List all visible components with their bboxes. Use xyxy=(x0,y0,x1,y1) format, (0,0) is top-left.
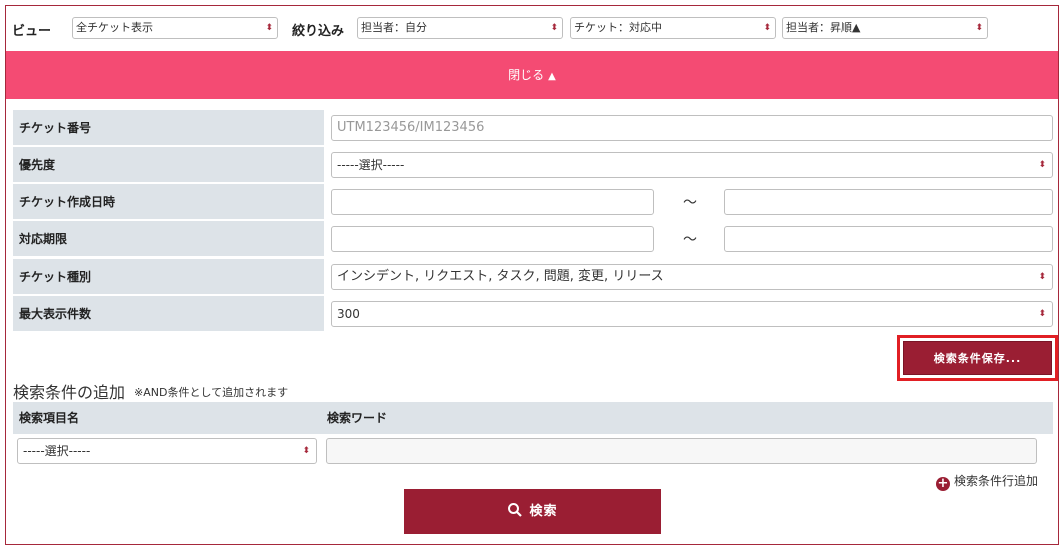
sort-select-value: 担当者：昇順▲ xyxy=(786,21,861,34)
type-label: チケット種別 xyxy=(13,259,324,295)
created-to-input[interactable] xyxy=(724,189,1053,215)
range-tilde: ～ xyxy=(683,232,697,248)
view-select[interactable]: 全チケット表示 ⬍ xyxy=(72,17,278,39)
due-from-input[interactable] xyxy=(331,226,654,252)
filter-label: 絞り込み xyxy=(292,24,345,39)
form-row-type: チケット種別 インシデント, リクエスト, タスク, 問題, 変更, リリース … xyxy=(13,259,1053,295)
type-select-value: インシデント, リクエスト, タスク, 問題, 変更, リリース xyxy=(337,269,664,284)
search-button[interactable]: 検索 xyxy=(404,489,661,534)
collapse-label: 閉じる xyxy=(508,68,545,82)
due-to-input[interactable] xyxy=(724,226,1053,252)
search-icon xyxy=(508,503,523,517)
sort-select[interactable]: 担当者：昇順▲ ⬍ xyxy=(782,17,988,39)
condition-item-value: -----選択----- xyxy=(23,444,91,458)
priority-label: 優先度 xyxy=(13,147,324,183)
ticket-filter-select[interactable]: チケット：対応中 ⬍ xyxy=(570,17,776,39)
select-arrow-icon: ⬍ xyxy=(975,23,983,33)
collapse-toggle-bar[interactable]: 閉じる ▲ xyxy=(6,51,1058,99)
add-condition-row-link[interactable]: + 検索条件行追加 xyxy=(936,472,1038,491)
priority-select-value: -----選択----- xyxy=(337,158,405,172)
form-row-created: チケット作成日時 ～ xyxy=(13,184,1053,220)
add-condition-note: ※AND条件として追加されます xyxy=(134,386,289,399)
select-arrow-icon: ⬍ xyxy=(1038,272,1046,282)
search-button-label: 検索 xyxy=(529,504,558,519)
form-row-due: 対応期限 ～ xyxy=(13,221,1053,257)
type-select[interactable]: インシデント, リクエスト, タスク, 問題, 変更, リリース ⬍ xyxy=(331,264,1053,290)
filter-toolbar: ビュー 全チケット表示 ⬍ 絞り込み 担当者：自分 ⬍ チケット：対応中 ⬍ 担… xyxy=(6,6,1058,51)
search-panel: ビュー 全チケット表示 ⬍ 絞り込み 担当者：自分 ⬍ チケット：対応中 ⬍ 担… xyxy=(5,5,1059,545)
save-search-button[interactable]: 検索条件保存... xyxy=(903,341,1052,375)
triangle-up-icon: ▲ xyxy=(548,71,556,82)
column-search-word: 検索ワード xyxy=(327,411,388,425)
assignee-filter-value: 担当者：自分 xyxy=(361,21,427,34)
condition-word-input[interactable] xyxy=(326,438,1037,464)
select-arrow-icon: ⬍ xyxy=(1038,309,1046,319)
form-row-ticket-no: チケット番号 UTM123456/IM123456 xyxy=(13,110,1053,146)
ticket-no-label: チケット番号 xyxy=(13,110,324,146)
add-condition-header: 検索項目名 検索ワード xyxy=(13,402,1053,434)
add-condition-title: 検索条件の追加 xyxy=(13,383,126,402)
select-arrow-icon: ⬍ xyxy=(265,23,273,33)
created-label: チケット作成日時 xyxy=(13,184,324,220)
max-select[interactable]: 300 ⬍ xyxy=(331,301,1053,327)
due-label: 対応期限 xyxy=(13,221,324,257)
view-select-value: 全チケット表示 xyxy=(76,21,153,34)
condition-item-select[interactable]: -----選択----- ⬍ xyxy=(17,438,317,464)
assignee-filter-select[interactable]: 担当者：自分 ⬍ xyxy=(357,17,563,39)
select-arrow-icon: ⬍ xyxy=(302,446,310,456)
add-condition-row-label: 検索条件行追加 xyxy=(954,474,1039,488)
ticket-no-input[interactable]: UTM123456/IM123456 xyxy=(331,115,1053,141)
form-row-max: 最大表示件数 300 ⬍ xyxy=(13,296,1053,332)
select-arrow-icon: ⬍ xyxy=(763,23,771,33)
form-row-priority: 優先度 -----選択----- ⬍ xyxy=(13,147,1053,183)
view-label: ビュー xyxy=(12,24,52,39)
select-arrow-icon: ⬍ xyxy=(1038,160,1046,170)
range-tilde: ～ xyxy=(683,195,697,211)
column-item-name: 検索項目名 xyxy=(19,411,80,425)
ticket-filter-value: チケット：対応中 xyxy=(574,21,662,34)
max-label: 最大表示件数 xyxy=(13,296,324,332)
plus-circle-icon: + xyxy=(936,476,950,491)
priority-select[interactable]: -----選択----- ⬍ xyxy=(331,152,1053,178)
select-arrow-icon: ⬍ xyxy=(550,23,558,33)
created-from-input[interactable] xyxy=(331,189,654,215)
max-select-value: 300 xyxy=(337,307,360,321)
